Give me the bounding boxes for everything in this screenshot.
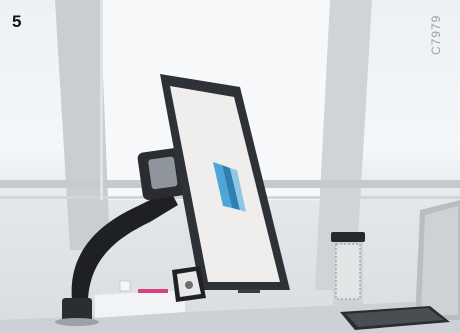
office-chair — [415, 200, 460, 320]
photo: 5 C7979 — [0, 0, 460, 333]
step-number: 5 — [12, 12, 22, 31]
photo-frame — [172, 266, 206, 302]
travel-mug — [331, 232, 365, 305]
product-code-label: C7979 — [429, 14, 443, 55]
desk-organizer — [95, 280, 185, 318]
scene-illustration — [0, 0, 460, 333]
